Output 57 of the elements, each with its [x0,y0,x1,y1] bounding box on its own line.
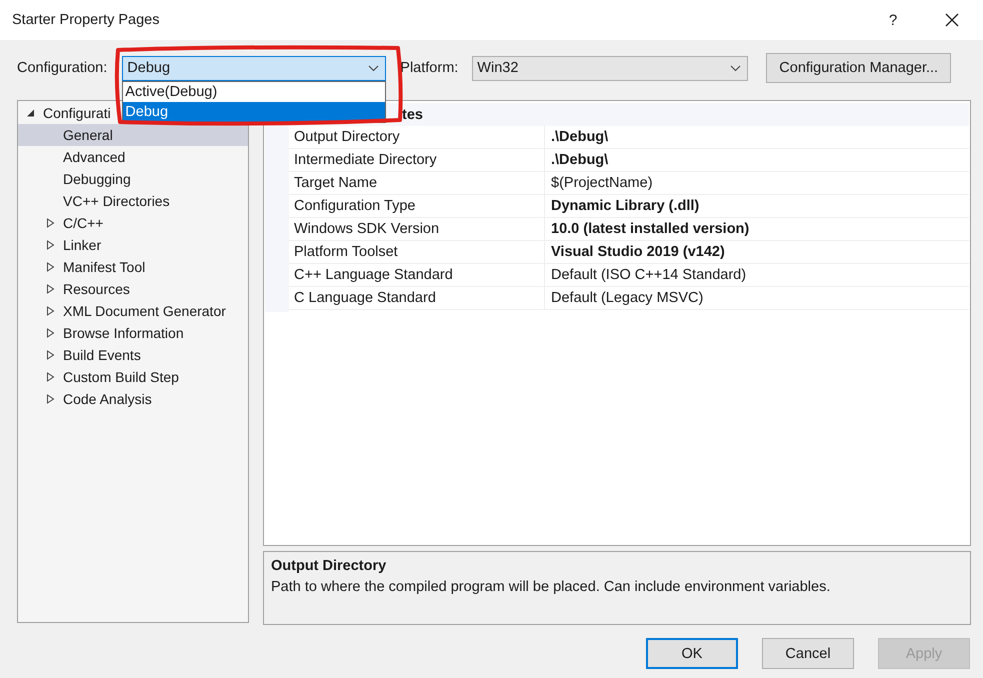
category-title: tes [402,106,423,122]
dropdown-option[interactable]: Active(Debug) [123,82,386,102]
property-name: Configuration Type [289,195,545,218]
description-title: Output Directory [271,558,388,574]
property-value[interactable]: 10.0 (latest installed version) [545,218,969,241]
tree-item[interactable]: XML Document Generator [18,300,228,322]
property-value[interactable]: Default (ISO C++14 Standard) [545,264,969,287]
tree-item[interactable]: Advanced [18,146,128,168]
property-name: Windows SDK Version [289,218,545,241]
collapsed-triangle-icon[interactable] [46,240,55,250]
tree-item[interactable]: Build Events [18,344,143,366]
property-value[interactable]: .\Debug\ [545,149,969,172]
description-text: Path to where the compiled program will be placed. Can include environment variables. [271,579,832,595]
dropdown-option[interactable]: Debug [123,102,386,122]
collapsed-triangle-icon[interactable] [46,262,55,272]
tree-item[interactable]: Configurati [18,102,113,124]
property-name: Platform Toolset [289,241,545,264]
window-title: Starter Property Pages [11,12,160,28]
tree-item[interactable]: C/C++ [18,212,106,234]
property-value[interactable]: Dynamic Library (.dll) [545,195,969,218]
chevron-icon [368,64,380,72]
tree-item[interactable]: VC++ Directories [18,190,172,212]
collapsed-triangle-icon[interactable] [46,394,55,404]
collapsed-triangle-icon[interactable] [46,350,55,360]
configuration-dropdown[interactable]: Debug [122,56,386,80]
chevron-icon [730,64,742,72]
configuration-label: Configuration: [17,60,108,76]
property-value[interactable]: .\Debug\ [545,126,969,149]
platform-label: Platform: [400,60,458,76]
configuration-manager-button[interactable]: Configuration Manager... [766,53,952,83]
expanded-triangle-icon[interactable] [26,108,35,118]
property-value[interactable]: Default (Legacy MSVC) [545,287,969,310]
tree-item[interactable]: Browse Information [18,322,186,344]
property-value[interactable]: Visual Studio 2019 (v142) [545,241,969,264]
close-icon [945,13,959,27]
dialog-button[interactable]: Cancel [762,638,854,669]
collapsed-triangle-icon[interactable] [46,372,55,382]
collapsed-triangle-icon[interactable] [46,284,55,294]
tree-item[interactable]: Debugging [18,168,133,190]
property-name: Intermediate Directory [289,149,545,172]
property-name: Output Directory [289,126,545,149]
platform-dropdown[interactable]: Win32 [472,56,748,80]
tree-item[interactable]: Resources [18,278,132,300]
tree-item[interactable]: Manifest Tool [18,256,148,278]
tree-item[interactable]: Code Analysis [18,388,154,410]
property-name: C Language Standard [289,287,545,310]
collapsed-triangle-icon[interactable] [46,328,55,338]
tree-item[interactable]: Linker [18,234,104,256]
collapsed-triangle-icon[interactable] [46,306,55,316]
property-value[interactable]: $(ProjectName) [545,172,969,195]
tree-item[interactable]: Custom Build Step [18,366,181,388]
help-button[interactable]: ? [865,0,921,40]
dialog-button[interactable]: OK [646,638,738,669]
tree-item[interactable]: General [18,124,248,146]
property-name: C++ Language Standard [289,264,545,287]
property-name: Target Name [289,172,545,195]
collapsed-triangle-icon[interactable] [46,218,55,228]
